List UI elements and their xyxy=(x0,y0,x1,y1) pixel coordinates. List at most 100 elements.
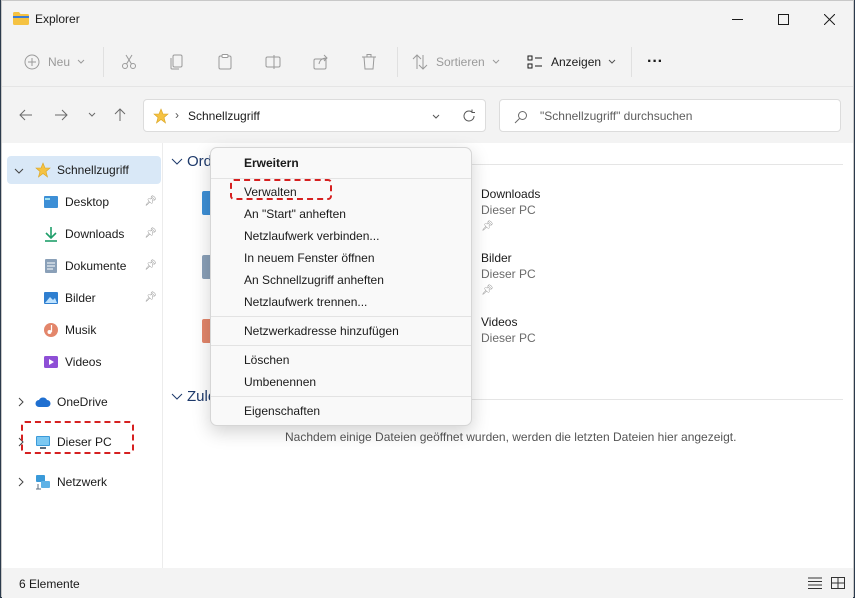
sidebar-item-music[interactable]: Musik xyxy=(7,316,161,344)
copy-button[interactable] xyxy=(169,39,185,85)
sidebar-item-pictures[interactable]: Bilder 📌︎ xyxy=(7,284,161,312)
sidebar-item-label: Dokumente xyxy=(65,259,127,273)
section-divider xyxy=(463,164,843,165)
rename-button[interactable] xyxy=(265,39,281,85)
command-bar: Neu Sortieren Anzeigen ··· xyxy=(2,39,853,85)
search-icon xyxy=(514,111,527,124)
cut-button[interactable] xyxy=(121,39,137,85)
sidebar-item-quick-access[interactable]: Schnellzugriff xyxy=(7,156,161,184)
sidebar-item-label: Desktop xyxy=(65,195,110,209)
chevron-right-icon[interactable] xyxy=(16,397,26,407)
menu-item-delete[interactable]: Löschen xyxy=(244,353,289,367)
navigation-pane: Schnellzugriff Desktop 📌︎ Downloads 📌︎ D… xyxy=(2,143,162,568)
menu-item-expand[interactable]: Erweitern xyxy=(244,156,299,170)
document-icon xyxy=(45,259,57,273)
window-title: Explorer xyxy=(35,12,80,26)
menu-item-map-network-drive[interactable]: Netzlaufwerk verbinden... xyxy=(244,229,379,243)
sort-icon xyxy=(412,54,428,70)
item-count: 6 Elemente xyxy=(19,577,80,591)
sidebar-item-videos[interactable]: Videos xyxy=(7,348,161,376)
folder-name: Downloads xyxy=(481,187,541,201)
folder-location: Dieser PC xyxy=(481,203,536,217)
chevron-down-icon xyxy=(171,158,183,165)
close-button[interactable] xyxy=(806,1,852,37)
folder-name: Bilder xyxy=(481,251,512,265)
menu-item-add-network-location[interactable]: Netzwerkadresse hinzufügen xyxy=(244,324,399,338)
tiles-view-icon[interactable] xyxy=(831,577,845,589)
menu-separator xyxy=(211,396,471,397)
back-button[interactable] xyxy=(14,101,38,129)
sidebar-item-downloads[interactable]: Downloads 📌︎ xyxy=(7,220,161,248)
list-view-icon xyxy=(527,55,542,69)
new-button[interactable]: Neu xyxy=(24,39,86,85)
menu-item-pin-quick-access[interactable]: An Schnellzugriff anheften xyxy=(244,273,384,287)
search-placeholder: "Schnellzugriff" durchsuchen xyxy=(540,109,693,123)
recent-locations-button[interactable] xyxy=(80,101,104,129)
sidebar-item-onedrive[interactable]: OneDrive xyxy=(7,388,161,416)
menu-separator xyxy=(211,316,471,317)
star-icon xyxy=(153,108,169,124)
address-bar[interactable]: › Schnellzugriff xyxy=(143,99,486,132)
details-view-icon[interactable] xyxy=(808,577,822,589)
sidebar-item-label: OneDrive xyxy=(57,395,108,409)
chevron-down-icon xyxy=(88,112,96,117)
menu-item-open-new-window[interactable]: In neuem Fenster öffnen xyxy=(244,251,375,265)
highlight-manage xyxy=(230,179,332,200)
minimize-icon xyxy=(731,18,743,20)
sidebar-item-label: Netzwerk xyxy=(57,475,108,489)
folder-tile-pictures[interactable]: Bilder Dieser PC 📌︎ xyxy=(481,251,681,307)
pin-icon: 📌︎ xyxy=(144,228,157,239)
breadcrumb-path[interactable]: Schnellzugriff xyxy=(188,109,260,123)
chevron-down-icon[interactable] xyxy=(431,112,441,122)
refresh-icon[interactable] xyxy=(462,109,476,123)
arrow-left-icon xyxy=(19,109,32,121)
view-button[interactable]: Anzeigen xyxy=(527,39,617,85)
scissors-icon xyxy=(122,54,136,69)
minimize-button[interactable] xyxy=(714,1,760,37)
new-label: Neu xyxy=(48,55,71,69)
rename-icon xyxy=(265,55,281,69)
sidebar-item-label: Videos xyxy=(65,355,102,369)
maximize-button[interactable] xyxy=(760,1,806,37)
search-box[interactable]: "Schnellzugriff" durchsuchen xyxy=(499,99,841,132)
status-bar: 6 Elemente xyxy=(2,568,853,598)
folder-location: Dieser PC xyxy=(481,267,536,281)
menu-item-properties[interactable]: Eigenschaften xyxy=(244,404,320,418)
plus-circle-icon xyxy=(24,54,40,70)
forward-button[interactable] xyxy=(49,101,73,129)
delete-button[interactable] xyxy=(361,39,377,85)
up-button[interactable] xyxy=(108,101,132,129)
breadcrumb-chevron-icon: › xyxy=(175,108,179,122)
chevron-right-icon[interactable] xyxy=(16,477,26,487)
sort-button[interactable]: Sortieren xyxy=(412,39,501,85)
toolbar-separator xyxy=(631,47,632,77)
sidebar-item-network[interactable]: Netzwerk xyxy=(7,468,161,496)
arrow-up-icon xyxy=(114,108,126,121)
pin-icon: 📌︎ xyxy=(144,196,157,207)
sidebar-item-desktop[interactable]: Desktop 📌︎ xyxy=(7,188,161,216)
sidebar-item-label: Musik xyxy=(65,323,97,337)
picture-icon xyxy=(44,292,58,304)
sidebar-item-documents[interactable]: Dokumente 📌︎ xyxy=(7,252,161,280)
toolbar-separator xyxy=(103,47,104,77)
paste-button[interactable] xyxy=(217,39,233,85)
more-options-button[interactable]: ··· xyxy=(647,39,663,85)
toolbar-separator xyxy=(397,47,398,77)
more-options-icon: ··· xyxy=(647,53,663,70)
close-icon xyxy=(823,13,835,25)
video-icon xyxy=(44,356,58,368)
section-header-folders[interactable]: Ord xyxy=(171,153,212,170)
clipboard-icon xyxy=(218,54,232,70)
folder-tile-downloads[interactable]: Downloads Dieser PC 📌︎ xyxy=(481,187,681,243)
folder-tile-videos[interactable]: Videos Dieser PC xyxy=(481,315,681,371)
share-button[interactable] xyxy=(313,39,329,85)
view-label: Anzeigen xyxy=(551,55,602,69)
menu-item-pin-to-start[interactable]: An "Start" anheften xyxy=(244,207,346,221)
menu-item-disconnect-network-drive[interactable]: Netzlaufwerk trennen... xyxy=(244,295,367,309)
trash-icon xyxy=(362,54,376,70)
chevron-down-icon xyxy=(171,393,183,400)
maximize-icon xyxy=(777,13,789,25)
menu-item-rename[interactable]: Umbenennen xyxy=(244,375,316,389)
chevron-down-icon[interactable] xyxy=(14,166,24,176)
desktop-icon xyxy=(44,196,58,208)
